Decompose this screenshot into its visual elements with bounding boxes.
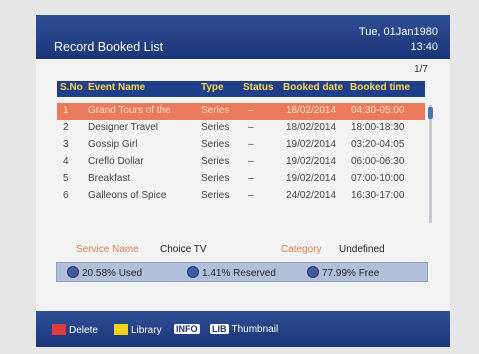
row-event: Grand Tours of the	[88, 105, 171, 116]
time-text: 13:40	[410, 41, 438, 53]
date-text: Tue, 01Jan1980	[358, 26, 438, 38]
table-row[interactable]: 2 Designer Travel Series – 18/02/2014 18…	[57, 120, 425, 137]
row-event: Galleons of Spice	[88, 190, 167, 201]
service-name-label: Service Name	[76, 244, 139, 255]
page-title: Record Booked List	[54, 40, 164, 54]
lib-key-icon: LIB	[210, 324, 229, 334]
storage-used-text: 20.58% Used	[82, 268, 143, 279]
library-hint[interactable]: Library	[114, 324, 162, 336]
library-label: Library	[131, 325, 162, 336]
row-type: Series	[201, 190, 230, 201]
category-label: Category	[281, 244, 322, 255]
row-time: 03:20-04:05	[351, 139, 405, 150]
row-date: 19/02/2014	[286, 156, 337, 167]
table-row[interactable]: 1 Grand Tours of the Series – 18/02/2014…	[57, 103, 425, 120]
row-type: Series	[201, 139, 230, 150]
footer-bar: Delete Library INFO LIB Thumbnail	[36, 311, 450, 347]
row-status: –	[248, 122, 254, 133]
delete-label: Delete	[69, 325, 98, 336]
row-date: 19/02/2014	[286, 173, 337, 184]
storage-used: 20.58% Used	[67, 266, 142, 279]
row-type: Series	[201, 156, 230, 167]
row-time: 07:00-10:00	[351, 173, 405, 184]
booking-list: 1 Grand Tours of the Series – 18/02/2014…	[57, 103, 425, 205]
row-date: 18/02/2014	[286, 105, 337, 116]
row-no: 5	[63, 173, 69, 184]
row-time: 16:30-17:00	[351, 190, 405, 201]
row-time: 04:30-05:00	[351, 105, 405, 116]
row-no: 2	[63, 122, 69, 133]
row-no: 4	[63, 156, 69, 167]
datetime: Tue, 01Jan1980 13:40	[359, 25, 438, 55]
storage-panel: 20.58% Used 1.41% Reserved 77.99% Free	[56, 262, 428, 282]
col-status: Status	[243, 82, 274, 93]
row-event: Designer Travel	[88, 122, 159, 133]
scrollbar-track[interactable]	[429, 105, 432, 223]
row-date: 24/02/2014	[286, 190, 337, 201]
col-booked-time: Booked time	[350, 82, 411, 93]
tv-screen: Record Booked List Tue, 01Jan1980 13:40 …	[36, 15, 450, 347]
header-bar: Record Booked List Tue, 01Jan1980 13:40	[36, 15, 450, 59]
service-name-value: Choice TV	[160, 244, 207, 255]
row-no: 6	[63, 190, 69, 201]
row-status: –	[248, 105, 254, 116]
row-status: –	[248, 156, 254, 167]
disk-icon	[307, 266, 319, 278]
table-header: S.No Event Name Type Status Booked date …	[57, 81, 425, 97]
row-event: Breakfast	[88, 173, 131, 184]
col-booked-date: Booked date	[283, 82, 344, 93]
delete-hint[interactable]: Delete	[52, 324, 98, 336]
row-no: 1	[63, 105, 69, 116]
row-event: Creflo Dollar	[88, 156, 144, 167]
row-status: –	[248, 190, 254, 201]
info-hint[interactable]: INFO	[174, 324, 203, 335]
yellow-key-icon	[114, 324, 128, 335]
disk-icon	[187, 266, 199, 278]
storage-reserved-text: 1.41% Reserved	[202, 268, 276, 279]
row-date: 19/02/2014	[286, 139, 337, 150]
col-sno: S.No	[60, 82, 83, 93]
row-event: Gossip Girl	[88, 139, 138, 150]
row-no: 3	[63, 139, 69, 150]
row-status: –	[248, 173, 254, 184]
row-time: 06:00-06:30	[351, 156, 405, 167]
scrollbar-thumb[interactable]	[428, 107, 433, 119]
thumbnail-label: Thumbnail	[231, 324, 279, 335]
storage-free: 77.99% Free	[307, 266, 379, 279]
row-status: –	[248, 139, 254, 150]
table-row[interactable]: 4 Creflo Dollar Series – 19/02/2014 06:0…	[57, 154, 425, 171]
page-indicator: 1/7	[414, 64, 428, 75]
row-time: 18:00-18:30	[351, 122, 405, 133]
row-type: Series	[201, 122, 230, 133]
table-row[interactable]: 3 Gossip Girl Series – 19/02/2014 03:20-…	[57, 137, 425, 154]
row-type: Series	[201, 105, 230, 116]
info-key-icon: INFO	[174, 324, 200, 334]
col-type: Type	[201, 82, 224, 93]
row-date: 18/02/2014	[286, 122, 337, 133]
table-row[interactable]: 5 Breakfast Series – 19/02/2014 07:00-10…	[57, 171, 425, 188]
category-value: Undefined	[339, 244, 385, 255]
row-type: Series	[201, 173, 230, 184]
disk-icon	[67, 266, 79, 278]
storage-free-text: 77.99% Free	[322, 268, 380, 279]
red-key-icon	[52, 324, 66, 335]
col-event-name: Event Name	[88, 82, 146, 93]
thumbnail-hint[interactable]: LIB Thumbnail	[210, 324, 278, 335]
storage-reserved: 1.41% Reserved	[187, 266, 276, 279]
table-row[interactable]: 6 Galleons of Spice Series – 24/02/2014 …	[57, 188, 425, 205]
